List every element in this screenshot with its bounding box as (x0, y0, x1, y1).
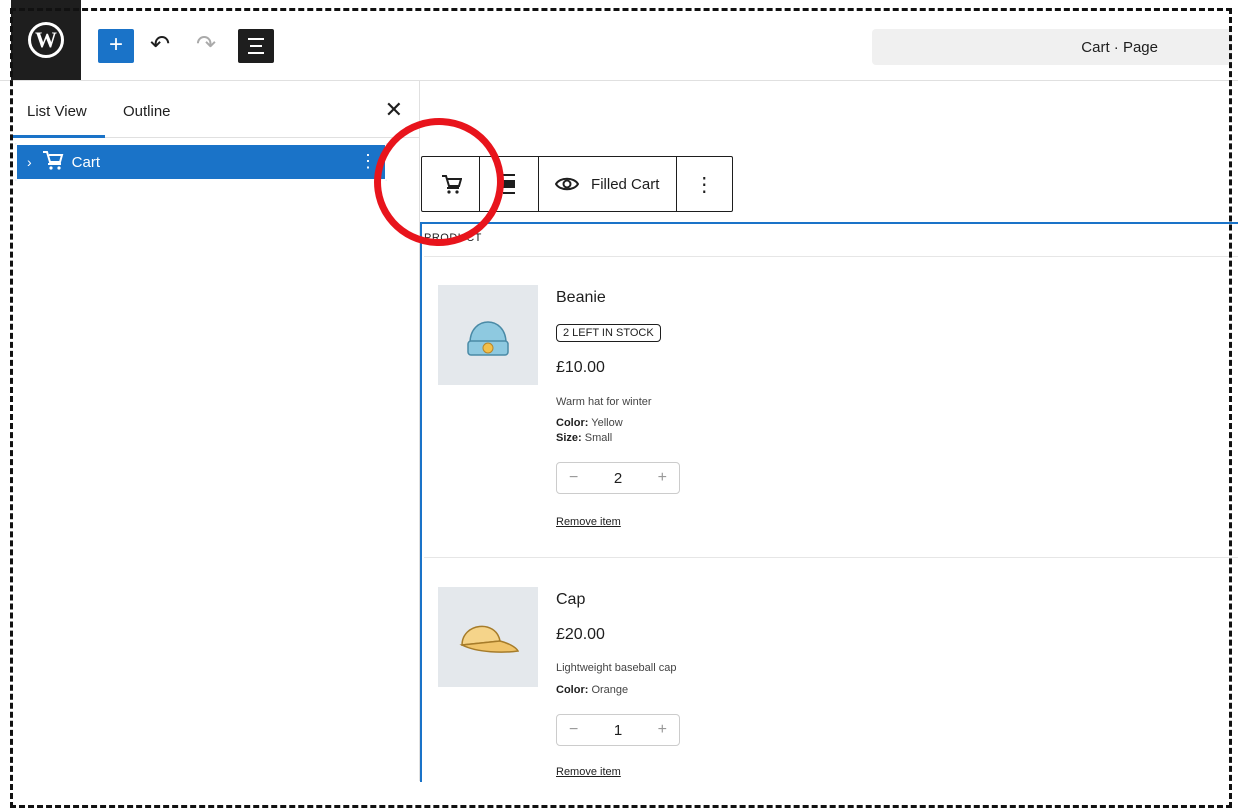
product-name[interactable]: Beanie (556, 289, 606, 307)
editor-header: W + ↶ ↷ Cart · Page (0, 0, 1238, 81)
wordpress-logo-button[interactable]: W (11, 0, 81, 80)
block-options-button[interactable]: ⋮ (677, 157, 732, 211)
add-block-button[interactable]: + (98, 29, 134, 63)
product-price: £10.00 (556, 359, 605, 376)
product-name[interactable]: Cap (556, 591, 585, 609)
product-attribute-color: Color: Yellow (556, 417, 623, 429)
cart-item: Cap £20.00 Lightweight baseball cap Colo… (424, 558, 1238, 778)
redo-button[interactable]: ↷ (196, 30, 216, 59)
remove-item-link[interactable]: Remove item (556, 516, 621, 528)
decrease-quantity-button[interactable]: − (569, 721, 578, 739)
sidebar-tabs: List View Outline ✕ (11, 81, 419, 138)
product-description: Lightweight baseball cap (556, 662, 677, 674)
view-switcher-button[interactable]: Filled Cart (539, 157, 677, 211)
cart-item: Beanie 2 LEFT IN STOCK £10.00 Warm hat f… (424, 256, 1238, 556)
quantity-value[interactable]: 2 (614, 470, 622, 487)
product-attribute-color: Color: Orange (556, 684, 629, 696)
view-label: Filled Cart (591, 175, 660, 193)
tab-list-view[interactable]: List View (27, 103, 87, 120)
quantity-value[interactable]: 1 (614, 722, 622, 739)
more-vertical-icon: ⋮ (694, 173, 715, 196)
document-overview-button[interactable] (238, 29, 274, 63)
quantity-stepper[interactable]: − 2 + (556, 462, 680, 494)
wordpress-logo-icon: W (28, 22, 64, 58)
beanie-image (438, 285, 538, 385)
increase-quantity-button[interactable]: + (658, 721, 667, 739)
remove-item-link[interactable]: Remove item (556, 766, 621, 778)
increase-quantity-button[interactable]: + (658, 469, 667, 487)
tab-outline[interactable]: Outline (123, 103, 171, 120)
active-tab-indicator (11, 135, 105, 138)
command-bar-title: Cart · Page (1081, 38, 1158, 56)
undo-button[interactable]: ↶ (150, 30, 170, 59)
cap-image (438, 587, 538, 687)
product-price: £20.00 (556, 626, 605, 643)
product-attribute-size: Size: Small (556, 432, 613, 444)
product-description: Warm hat for winter (556, 396, 652, 408)
close-icon[interactable]: ✕ (385, 97, 403, 123)
list-view-item-cart[interactable]: › Cart ⋮ (15, 143, 387, 181)
cart-icon (42, 150, 64, 174)
chevron-right-icon[interactable]: › (27, 154, 32, 170)
quantity-stepper[interactable]: − 1 + (556, 714, 680, 746)
list-view-sidebar: List View Outline ✕ › Cart ⋮ (11, 81, 420, 781)
stock-badge: 2 LEFT IN STOCK (556, 324, 661, 342)
list-view-item-label: Cart (71, 153, 101, 171)
eye-icon (555, 177, 580, 191)
decrease-quantity-button[interactable]: − (569, 469, 578, 487)
command-bar[interactable]: Cart · Page (872, 29, 1232, 65)
